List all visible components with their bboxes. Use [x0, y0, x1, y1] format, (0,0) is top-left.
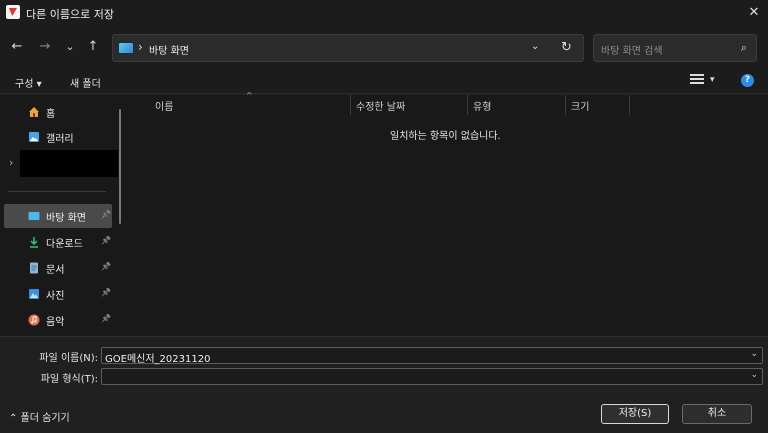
expand-chevron-icon[interactable]: › [9, 156, 13, 169]
new-folder-button[interactable]: 새 폴더 [70, 75, 101, 90]
column-header-name[interactable]: 이름 [155, 98, 173, 113]
breadcrumb-chevron-icon[interactable]: › [138, 40, 143, 54]
command-toolbar: 구성 ▾ 새 폴더 ▾ ? [0, 68, 768, 94]
close-button[interactable]: ✕ [740, 0, 768, 26]
filetype-dropdown-icon[interactable]: ⌄ [750, 370, 758, 380]
breadcrumb[interactable]: 바탕 화면 [149, 42, 189, 57]
recent-locations-button[interactable]: ⌄ [62, 39, 78, 55]
redacted-item [20, 150, 118, 177]
search-placeholder: 바탕 화면 검색 [601, 46, 663, 57]
sidebar-item-label: 다운로드 [46, 239, 83, 250]
column-header-type[interactable]: 유형 [473, 98, 491, 113]
pin-icon[interactable]: 📌 [101, 314, 111, 323]
navigation-bar: ← → ⌄ ↑ › 바탕 화면 ⌄ ↻ 바탕 화면 검색 ⌕ [0, 26, 768, 68]
sidebar-divider [8, 191, 106, 192]
sidebar-item-label: 갤러리 [46, 134, 74, 145]
organize-button[interactable]: 구성 ▾ [15, 75, 42, 90]
sort-ascending-icon: ^ [246, 91, 253, 100]
save-button[interactable]: 저장(S) [601, 404, 669, 424]
sidebar-item-documents[interactable]: 문서 📌 [4, 256, 112, 280]
sidebar-item-pictures[interactable]: 사진 📌 [4, 282, 112, 306]
address-bar[interactable]: › 바탕 화면 ⌄ ↻ [112, 34, 584, 62]
hide-folders-button[interactable]: ⌃ 폴더 숨기기 [9, 409, 70, 424]
forward-button[interactable]: → [37, 39, 53, 55]
home-icon [29, 107, 39, 117]
desktop-folder-icon [119, 43, 133, 53]
pictures-icon [29, 289, 39, 299]
sidebar-item-downloads[interactable]: 다운로드 📌 [4, 230, 112, 254]
up-button[interactable]: ↑ [85, 39, 101, 55]
gallery-icon [29, 132, 39, 142]
sidebar-item-label: 홈 [46, 109, 56, 120]
search-icon[interactable]: ⌕ [741, 41, 747, 55]
save-form: 파일 이름(N): GOE메신저_20231120 ⌄ 파일 형식(T): ⌄ … [0, 336, 768, 433]
file-list: ^ 이름 수정한 날짜 유형 크기 일치하는 항목이 없습니다. [128, 91, 768, 336]
sidebar-item-home[interactable]: 홈 [4, 100, 112, 124]
column-header-modified[interactable]: 수정한 날짜 [356, 98, 405, 113]
navigation-pane: 홈 갤러리 › 바탕 화면 📌 다운로드 📌 문서 📌 사진 📌 음악 📌 [0, 95, 128, 336]
title-bar: 다른 이름으로 저장 ✕ [0, 0, 768, 26]
column-separator[interactable] [467, 95, 468, 115]
app-icon [6, 5, 20, 19]
pin-icon[interactable]: 📌 [101, 288, 111, 297]
download-icon [30, 237, 38, 248]
sidebar-item-music[interactable]: 음악 📌 [4, 308, 112, 332]
filename-dropdown-icon[interactable]: ⌄ [750, 349, 758, 359]
desktop-icon [28, 212, 40, 220]
view-dropdown-icon[interactable]: ▾ [710, 75, 715, 85]
sidebar-item-label: 사진 [46, 291, 65, 302]
sidebar-item-desktop[interactable]: 바탕 화면 📌 [4, 204, 112, 228]
search-input[interactable]: 바탕 화면 검색 ⌕ [593, 34, 757, 62]
address-dropdown-icon[interactable]: ⌄ [531, 41, 539, 52]
filename-label: 파일 이름(N): [39, 353, 98, 364]
filetype-label: 파일 형식(T): [40, 374, 98, 385]
column-separator[interactable] [565, 95, 566, 115]
sidebar-item-label: 음악 [46, 317, 65, 328]
view-list-icon[interactable] [690, 74, 704, 86]
cancel-button[interactable]: 취소 [682, 404, 752, 424]
sidebar-item-gallery[interactable]: 갤러리 [4, 125, 112, 149]
filename-field[interactable]: GOE메신저_20231120 ⌄ [101, 347, 763, 365]
pin-icon[interactable]: 📌 [101, 210, 111, 219]
music-icon [28, 314, 40, 326]
sidebar-scrollbar[interactable] [119, 109, 121, 224]
pin-icon[interactable]: 📌 [101, 236, 111, 245]
sidebar-item-label: 문서 [46, 265, 65, 276]
refresh-icon[interactable]: ↻ [561, 40, 572, 55]
column-separator[interactable] [350, 95, 351, 115]
empty-list-message: 일치하는 항목이 없습니다. [390, 131, 501, 142]
filename-value[interactable]: GOE메신저_20231120 [105, 350, 210, 365]
column-separator[interactable] [629, 95, 630, 115]
back-button[interactable]: ← [9, 39, 25, 55]
document-icon [30, 262, 38, 274]
column-header-size[interactable]: 크기 [571, 98, 589, 113]
sidebar-item-label: 바탕 화면 [46, 213, 86, 224]
pin-icon[interactable]: 📌 [101, 262, 111, 271]
help-icon[interactable]: ? [741, 74, 754, 87]
window-title: 다른 이름으로 저장 [26, 8, 114, 21]
filetype-select[interactable]: ⌄ [101, 368, 763, 385]
